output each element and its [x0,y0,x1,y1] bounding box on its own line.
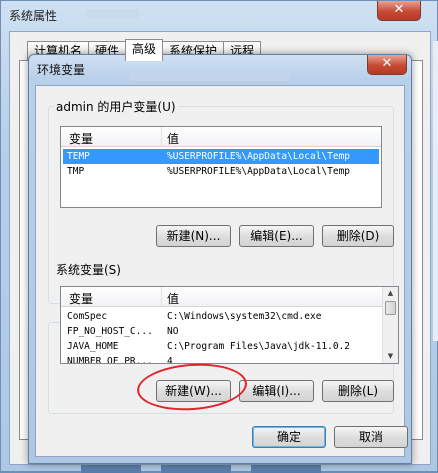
ok-button[interactable]: 确定 [252,426,326,448]
variable-name: TEMP [67,151,90,162]
user-variables-list[interactable]: 变量 值 TEMP %USERPROFILE%\AppData\Local\Te… [60,126,382,208]
system-variables-list[interactable]: 变量 值 ComSpec C:\Windows\system32\cmd.exe… [60,286,399,364]
column-header-variable[interactable]: 变量 [69,130,93,147]
user-variables-header: 变量 值 [61,127,381,147]
close-icon: ✕ [393,2,405,17]
variable-value: C:\Program Files\Java\jdk-11.0.2 [167,341,351,352]
system-delete-button[interactable]: 删除(L) [322,380,394,402]
column-header-variable[interactable]: 变量 [69,290,93,307]
user-variable-row[interactable]: TMP %USERPROFILE%\AppData\Local\Temp [63,164,379,179]
user-variables-label: admin 的用户变量(U) [54,98,178,115]
system-variable-row[interactable]: NUMBER_OF_PR... 4 [63,354,380,364]
system-variable-row[interactable]: FP_NO_HOST_C... NO [63,324,380,339]
variable-value: 4 [167,356,173,364]
user-new-button[interactable]: 新建(N)... [156,225,231,247]
blurred-background-text [129,71,289,81]
system-variables-header: 变量 值 [61,287,398,307]
scroll-up-arrow-icon[interactable]: ▲ [383,287,398,300]
variable-value: %USERPROFILE%\AppData\Local\Temp [167,166,351,177]
system-properties-close-button[interactable]: ✕ [377,1,421,21]
system-variables-label: 系统变量(S) [54,261,123,278]
variable-name: JAVA_HOME [67,341,119,352]
variable-value: C:\Windows\system32\cmd.exe [167,311,322,322]
system-properties-title: 系统属性 [9,9,58,23]
background-edge [433,41,438,341]
system-variables-scrollbar[interactable]: ▲ ▼ [382,287,398,363]
cancel-button[interactable]: 取消 [334,426,408,448]
blurred-title-area [87,9,139,19]
environment-variables-title: 环境变量 [37,63,86,77]
variable-name: ComSpec [67,311,108,322]
scroll-thumb[interactable] [385,301,396,315]
user-edit-button[interactable]: 编辑(E)... [239,225,314,247]
environment-variables-close-button[interactable]: ✕ [367,55,407,75]
variable-name: TMP [67,166,85,177]
tab-advanced[interactable]: 高级 [125,39,164,61]
variable-name: FP_NO_HOST_C... [67,326,153,337]
column-header-value[interactable]: 值 [167,130,179,147]
system-variable-row[interactable]: JAVA_HOME C:\Program Files\Java\jdk-11.0… [63,339,380,354]
system-variable-row[interactable]: ComSpec C:\Windows\system32\cmd.exe [63,309,380,324]
user-delete-button[interactable]: 删除(D) [322,225,394,247]
system-edit-button[interactable]: 编辑(I)... [239,380,314,402]
scroll-down-arrow-icon[interactable]: ▼ [383,350,398,363]
variable-value: %USERPROFILE%\AppData\Local\Temp [167,151,351,162]
variable-name: NUMBER_OF_PR... [67,356,153,364]
column-header-value[interactable]: 值 [167,290,179,307]
user-variable-row[interactable]: TEMP %USERPROFILE%\AppData\Local\Temp [63,149,379,164]
close-icon: ✕ [381,56,393,71]
variable-value: NO [167,326,179,337]
